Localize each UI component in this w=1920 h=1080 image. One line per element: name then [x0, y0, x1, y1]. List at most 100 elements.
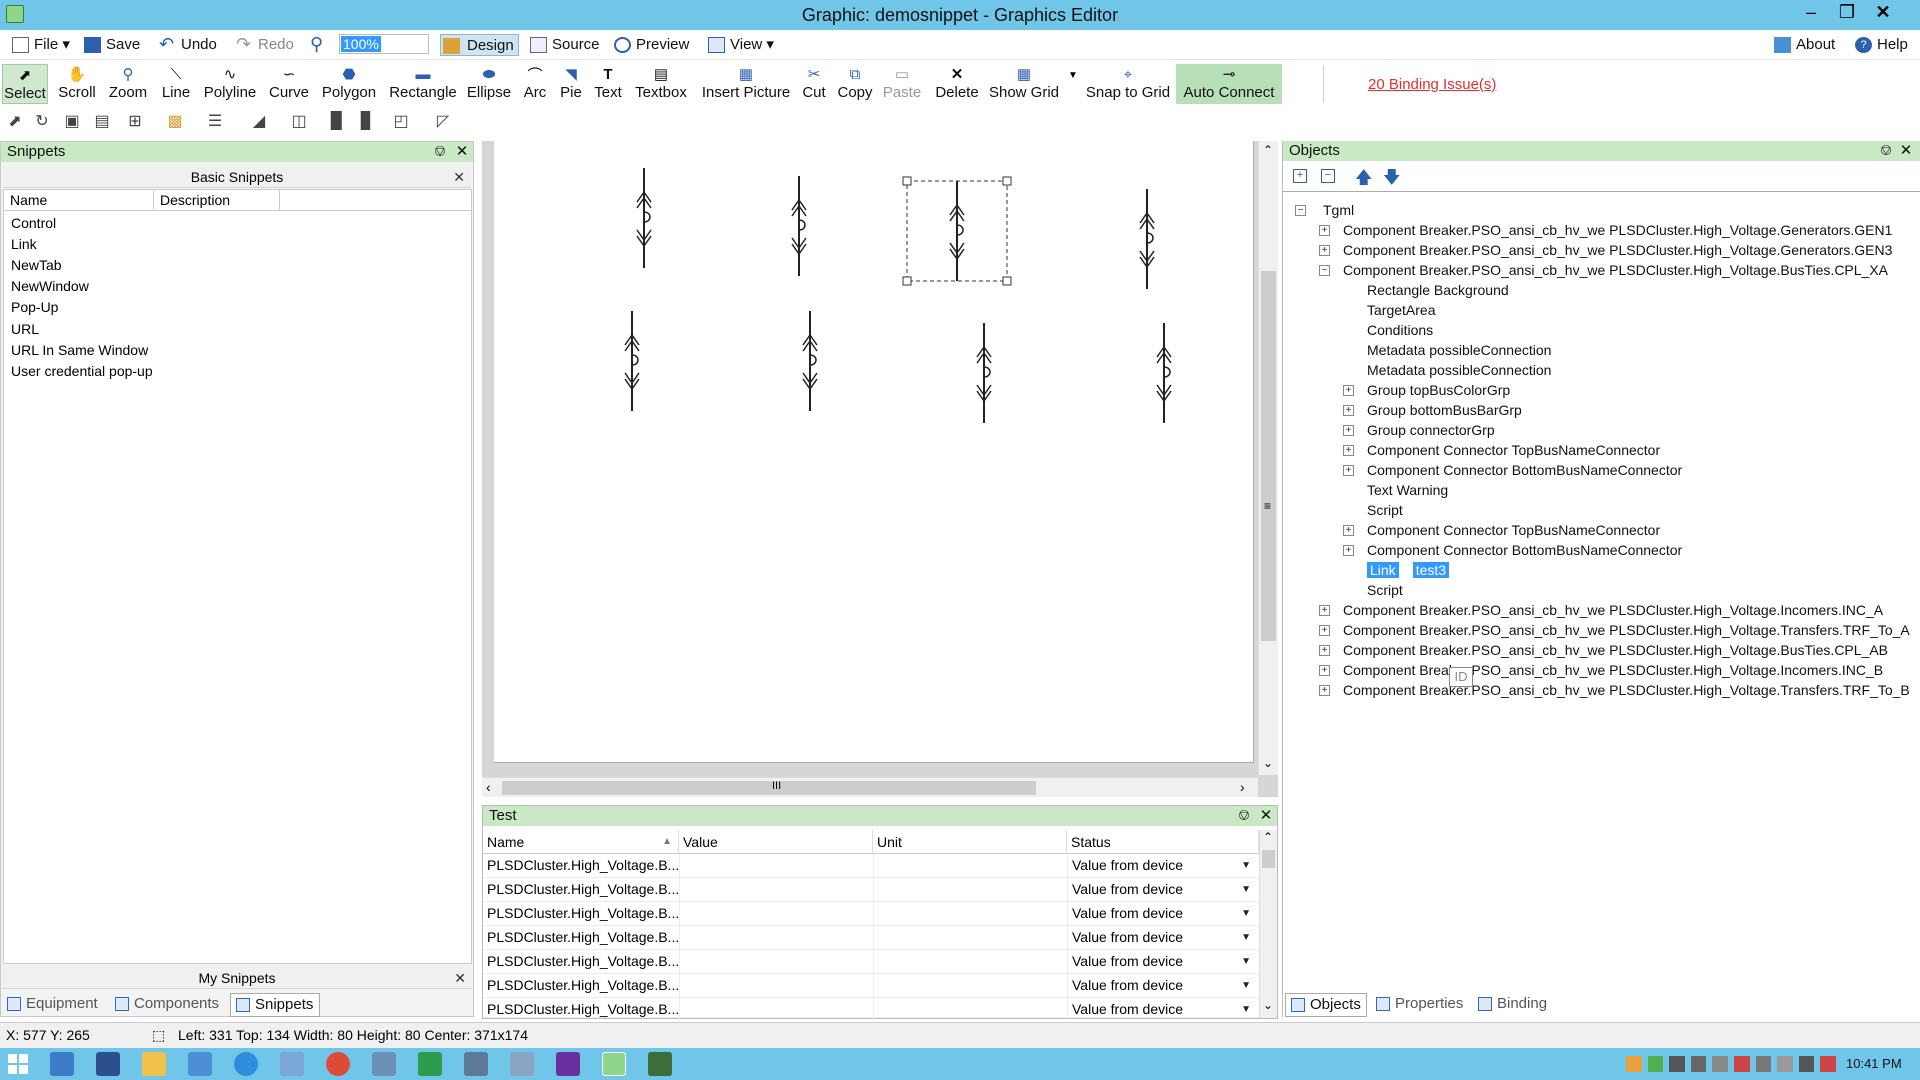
polyline-tool[interactable]: ∿ Polyline — [200, 64, 260, 104]
help-button[interactable]: ? Help — [1853, 34, 1908, 56]
table-row[interactable]: PLSDCluster.High_Voltage.B... Value from … — [483, 854, 1259, 878]
tab-objects[interactable]: Objects — [1285, 993, 1367, 1017]
delete-button[interactable]: ✕ Delete — [930, 64, 984, 104]
scroll-left-icon[interactable]: ‹ — [486, 779, 491, 795]
column-status[interactable]: Status — [1067, 830, 1259, 854]
tree-item[interactable]: Component Connector TopBusNameConnector — [1367, 440, 1660, 460]
expand-toggle-icon[interactable]: + — [1343, 385, 1354, 396]
expand-toggle-icon[interactable]: + — [1319, 605, 1330, 616]
paste-button[interactable]: ▭ Paste — [880, 64, 924, 104]
tree-item[interactable]: Component Breaker.PSO_ansi_cb_hv_we PLSD… — [1343, 660, 1883, 680]
expand-toggle-icon[interactable]: + — [1343, 405, 1354, 416]
scroll-right-icon[interactable]: › — [1240, 779, 1245, 795]
rectangle-tool[interactable]: ▬ Rectangle — [386, 64, 460, 104]
table-row[interactable]: PLSDCluster.High_Voltage.B... Value from … — [483, 998, 1259, 1021]
textbox-tool[interactable]: ▤ Textbox — [630, 64, 692, 104]
ie-icon[interactable] — [234, 1052, 258, 1076]
bring-front-icon[interactable]: ▉ — [326, 111, 348, 131]
drawing-canvas[interactable] — [494, 141, 1254, 763]
grid-dropdown-icon[interactable]: ▼ — [1068, 70, 1078, 81]
tree-item[interactable]: Metadata possibleConnection — [1367, 340, 1551, 360]
scroll-tool[interactable]: ✋ Scroll — [54, 64, 100, 104]
chevron-down-icon[interactable]: ▼ — [1237, 950, 1251, 973]
tab-properties[interactable]: Properties — [1371, 993, 1469, 1017]
collapse-all-icon[interactable]: − — [1321, 169, 1335, 183]
tree-item[interactable]: Conditions — [1367, 320, 1433, 340]
tab-source[interactable]: Source — [528, 34, 600, 56]
chevron-down-icon[interactable]: ▼ — [1237, 878, 1251, 901]
move-up-icon[interactable]: 🡅 — [1355, 165, 1372, 194]
table-row[interactable]: PLSDCluster.High_Voltage.B... Value from … — [483, 926, 1259, 950]
select-tool[interactable]: ⬈ Select — [2, 64, 48, 104]
remote-desktop-icon[interactable] — [188, 1052, 212, 1076]
undo-button[interactable]: ↶ Undo — [157, 34, 217, 56]
start-icon[interactable] — [8, 1054, 28, 1074]
tree-item[interactable]: Rectangle Background — [1367, 280, 1509, 300]
close-icon[interactable]: ✕ — [1865, 0, 1901, 26]
breaker-symbol[interactable] — [636, 167, 652, 269]
app-icon[interactable] — [280, 1052, 304, 1076]
list-item[interactable]: Pop-Up — [11, 297, 58, 318]
app-icon[interactable] — [510, 1052, 534, 1076]
cut-button[interactable]: ✂ Cut — [800, 64, 828, 104]
close-icon[interactable]: ✕ — [454, 967, 466, 989]
tree-item[interactable]: Component Breaker.PSO_ansi_cb_hv_we PLSD… — [1343, 640, 1888, 660]
path-edit-icon[interactable]: ◰ — [390, 111, 412, 131]
rotate-icon[interactable]: ↻ — [31, 111, 53, 131]
app-icon[interactable] — [556, 1052, 580, 1076]
tree-item[interactable]: Group topBusColorGrp — [1367, 380, 1510, 400]
breaker-symbol[interactable] — [1139, 188, 1155, 290]
tray-icons[interactable] — [1626, 1056, 1836, 1072]
tab-components[interactable]: Components — [110, 993, 226, 1017]
tree-item[interactable]: Group connectorGrp — [1367, 420, 1495, 440]
auto-connect-button[interactable]: ⊸ Auto Connect — [1176, 64, 1282, 104]
tab-design[interactable]: Design — [440, 34, 519, 56]
file-menu[interactable]: File ▾ — [10, 34, 70, 56]
zoom-tool[interactable]: ⚲ Zoom — [104, 64, 152, 104]
flip-icon[interactable]: ◢ — [248, 111, 270, 131]
scroll-thumb[interactable] — [502, 781, 1036, 795]
tree-item[interactable]: Group bottomBusBarGrp — [1367, 400, 1522, 420]
copy-button[interactable]: ⧉ Copy — [834, 64, 876, 104]
expand-all-icon[interactable]: + — [1293, 169, 1307, 183]
graphics-editor-icon[interactable] — [602, 1052, 626, 1076]
app-icon[interactable] — [372, 1052, 396, 1076]
list-item[interactable]: URL In Same Window — [11, 340, 148, 361]
node-edit-icon[interactable]: ◸ — [432, 111, 454, 131]
tree-item[interactable]: Script — [1367, 580, 1403, 600]
polygon-tool[interactable]: ⬣ Polygon — [318, 64, 380, 104]
tree-item[interactable]: Script — [1367, 500, 1403, 520]
expand-toggle-icon[interactable]: + — [1343, 445, 1354, 456]
expand-toggle-icon[interactable]: + — [1319, 225, 1330, 236]
column-name[interactable]: Name ▲ — [483, 830, 679, 854]
table-row[interactable]: PLSDCluster.High_Voltage.B... Value from … — [483, 878, 1259, 902]
expand-toggle-icon[interactable]: + — [1319, 665, 1330, 676]
expand-toggle-icon[interactable]: + — [1343, 425, 1354, 436]
expand-toggle-icon[interactable]: + — [1343, 525, 1354, 536]
pin-icon[interactable]: ⎊ — [1877, 141, 1895, 161]
line-tool[interactable]: ⟍ Line — [156, 64, 196, 104]
column-name[interactable]: Name — [4, 190, 154, 210]
ellipse-tool[interactable]: ⬬ Ellipse — [464, 64, 514, 104]
scroll-down-icon[interactable]: ⌄ — [1263, 756, 1273, 770]
order-icon[interactable]: ▩ — [164, 111, 186, 131]
tree-item[interactable]: Text Warning — [1367, 480, 1448, 500]
tree-item[interactable]: Component Breaker.PSO_ansi_cb_hv_we PLSD… — [1343, 620, 1910, 640]
app-icon[interactable] — [648, 1052, 672, 1076]
pin-icon[interactable]: ⎊ — [431, 142, 449, 162]
move-down-icon[interactable]: 🡇 — [1383, 165, 1400, 194]
breaker-symbol[interactable] — [1156, 322, 1172, 424]
list-item[interactable]: Link — [11, 234, 37, 255]
explorer-icon[interactable] — [142, 1052, 166, 1076]
restore-icon[interactable]: ❐ — [1829, 0, 1865, 26]
distribute-icon[interactable]: ☰ — [204, 111, 226, 131]
resize-handle[interactable] — [902, 276, 912, 286]
list-item[interactable]: Control — [11, 213, 56, 234]
table-row[interactable]: PLSDCluster.High_Voltage.B... Value from … — [483, 974, 1259, 998]
insert-picture-tool[interactable]: ▦ Insert Picture — [696, 64, 796, 104]
app-icon[interactable] — [464, 1052, 488, 1076]
tree-item[interactable]: Link test3 — [1367, 560, 1450, 580]
chevron-down-icon[interactable]: ▼ — [1237, 854, 1251, 877]
expand-toggle-icon[interactable]: + — [1343, 465, 1354, 476]
about-button[interactable]: About — [1772, 34, 1835, 56]
